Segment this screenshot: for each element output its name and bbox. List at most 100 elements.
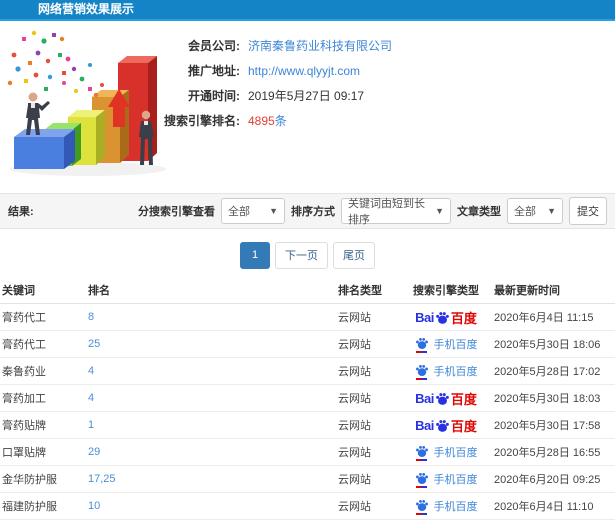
page-title-bar: 网络营销效果展示	[0, 0, 615, 21]
engine-cell: Bai 百度 手机百度	[398, 471, 494, 488]
company-label: 会员公司:	[188, 39, 240, 53]
updated-cell: 2020年5月28日 17:02	[494, 366, 601, 378]
engine-cell: Bai 百度 手机百度	[398, 363, 494, 380]
rank-type-cell: 云网站	[338, 339, 371, 351]
col-keyword: 关键词	[2, 285, 35, 297]
member-info: 会员公司: 济南秦鲁药业科技有限公司 推广地址: http://www.qlyy…	[148, 33, 392, 133]
keyword-cell: 膏药代工	[2, 312, 46, 324]
updated-cell: 2020年5月30日 18:06	[494, 339, 601, 351]
table-row: 膏药代工 8 云网站 Bai 百度 手机百度 2020年6月4日 11:15	[0, 304, 615, 331]
table-row: 金华防护服 17,25 云网站 Bai 百度 手机百度 2020年6月20日 0…	[0, 466, 615, 493]
article-type-label: 文章类型	[457, 206, 501, 218]
rank-type-cell: 云网站	[338, 393, 371, 405]
table-header-row: 关键词 排名 排名类型 搜索引擎类型 最新更新时间	[0, 277, 615, 304]
sort-select[interactable]: 关键词由短到长排序 ▼	[341, 198, 451, 226]
mobile-baidu-icon: 手机百度	[415, 498, 478, 515]
mobile-baidu-icon: 手机百度	[415, 471, 478, 488]
col-engine-type: 搜索引擎类型	[413, 285, 479, 297]
keyword-cell: 秦鲁药业	[2, 366, 46, 378]
engine-view-label: 分搜索引擎查看	[138, 206, 215, 218]
table-row: 口罩贴牌 29 云网站 Bai 百度 手机百度 2020年5月28日 16:55	[0, 439, 615, 466]
open-time-row: 开通时间: 2019年5月27日 09:17	[148, 83, 392, 108]
engine-rank-row: 搜索引擎排名: 4895条	[148, 108, 392, 133]
last-page-button[interactable]: 尾页	[333, 241, 375, 269]
open-time-value: 2019年5月27日 09:17	[248, 89, 365, 103]
engine-view-select[interactable]: 全部 ▼	[221, 198, 285, 224]
company-link[interactable]: 济南秦鲁药业科技有限公司	[248, 37, 392, 54]
col-rank: 排名	[88, 285, 110, 297]
filter-bar: 结果: 分搜索引擎查看 全部 ▼ 排序方式 关键词由短到长排序 ▼ 文章类型 全…	[0, 193, 615, 229]
rank-link[interactable]: 29	[88, 446, 338, 458]
page-1-button[interactable]: 1	[240, 241, 270, 269]
rank-link[interactable]: 25	[88, 338, 338, 350]
engine-cell: Bai 百度 手机百度	[398, 444, 494, 461]
keyword-cell: 膏药加工	[2, 393, 46, 405]
engine-cell: Bai 百度 手机百度	[398, 498, 494, 515]
table-row: 膏药贴牌 1 云网站 Bai 百度 手机百度 2020年5月30日 17:58	[0, 412, 615, 439]
rank-type-cell: 云网站	[338, 420, 371, 432]
result-label: 结果:	[8, 206, 34, 218]
engine-rank-count: 4895	[248, 114, 275, 128]
keyword-cell: 金华防护服	[2, 474, 57, 486]
table-row: 膏药代工 25 云网站 Bai 百度 手机百度 2020年5月30日 18:06	[0, 331, 615, 358]
table-row: 福建防护服 10 云网站 Bai 百度 手机百度 2020年6月4日 11:10	[0, 493, 615, 520]
company-row: 会员公司: 济南秦鲁药业科技有限公司	[148, 33, 392, 58]
engine-rank-unit: 条	[274, 114, 287, 128]
chevron-down-icon: ▼	[269, 206, 278, 216]
engine-cell: Bai 百度 手机百度	[398, 416, 494, 435]
updated-cell: 2020年5月30日 18:03	[494, 393, 601, 405]
baidu-logo-icon: Bai 百度	[415, 309, 477, 326]
sort-selected: 关键词由短到长排序	[348, 198, 425, 226]
rank-type-cell: 云网站	[338, 312, 371, 324]
updated-cell: 2020年5月30日 17:58	[494, 420, 601, 432]
rank-link[interactable]: 10	[88, 500, 338, 512]
table-row: 膏药加工 4 云网站 Bai 百度 手机百度 2020年5月30日 18:03	[0, 385, 615, 412]
baidu-logo-icon: Bai 百度	[415, 390, 477, 407]
chevron-down-icon: ▼	[435, 206, 444, 216]
mobile-baidu-icon: 手机百度	[415, 444, 478, 461]
pagination: 1 下一页 尾页	[0, 241, 615, 269]
keyword-cell: 福建防护服	[2, 501, 57, 513]
open-time-label: 开通时间:	[188, 89, 240, 103]
engine-cell: Bai 百度 手机百度	[398, 308, 494, 327]
promo-url-label: 推广地址:	[188, 64, 240, 78]
table-row: 秦鲁药业 4 云网站 Bai 百度 手机百度 2020年5月28日 17:02	[0, 358, 615, 385]
mobile-baidu-icon: 手机百度	[415, 336, 478, 353]
promo-url-link[interactable]: http://www.qlyyjt.com	[248, 64, 360, 78]
submit-button[interactable]: 提交	[569, 197, 607, 225]
rank-type-cell: 云网站	[338, 474, 371, 486]
confetti-dots	[7, 30, 104, 98]
page-title: 网络营销效果展示	[38, 2, 135, 16]
updated-cell: 2020年6月4日 11:15	[494, 312, 594, 324]
rank-type-cell: 云网站	[338, 366, 371, 378]
rank-link[interactable]: 8	[88, 311, 338, 323]
keyword-cell: 膏药代工	[2, 339, 46, 351]
keyword-cell: 口罩贴牌	[2, 447, 46, 459]
mobile-baidu-icon: 手机百度	[415, 363, 478, 380]
keyword-cell: 膏药贴牌	[2, 420, 46, 432]
promo-url-row: 推广地址: http://www.qlyyjt.com	[148, 58, 392, 83]
engine-cell: Bai 百度 手机百度	[398, 336, 494, 353]
article-type-select[interactable]: 全部 ▼	[507, 198, 563, 224]
chevron-down-icon: ▼	[547, 206, 556, 216]
engine-view-selected: 全部	[228, 206, 250, 218]
rank-link[interactable]: 4	[88, 392, 338, 404]
rank-link[interactable]: 4	[88, 365, 338, 377]
article-type-selected: 全部	[514, 206, 536, 218]
col-rank-type: 排名类型	[338, 285, 382, 297]
baidu-logo-icon: Bai 百度	[415, 417, 477, 434]
rank-type-cell: 云网站	[338, 447, 371, 459]
rank-link[interactable]: 1	[88, 419, 338, 431]
sort-label: 排序方式	[291, 206, 335, 218]
updated-cell: 2020年6月20日 09:25	[494, 474, 601, 486]
updated-cell: 2020年5月28日 16:55	[494, 447, 601, 459]
keyword-rank-table: 关键词 排名 排名类型 搜索引擎类型 最新更新时间 膏药代工 8 云网站 Bai…	[0, 277, 615, 520]
rank-link[interactable]: 17,25	[88, 473, 338, 485]
next-page-button[interactable]: 下一页	[275, 241, 328, 269]
col-updated: 最新更新时间	[494, 285, 560, 297]
summary-section: 会员公司: 济南秦鲁药业科技有限公司 推广地址: http://www.qlyy…	[0, 21, 615, 185]
updated-cell: 2020年6月4日 11:10	[494, 501, 594, 513]
engine-rank-label: 搜索引擎排名:	[164, 114, 240, 128]
engine-cell: Bai 百度 手机百度	[398, 389, 494, 408]
rank-type-cell: 云网站	[338, 501, 371, 513]
